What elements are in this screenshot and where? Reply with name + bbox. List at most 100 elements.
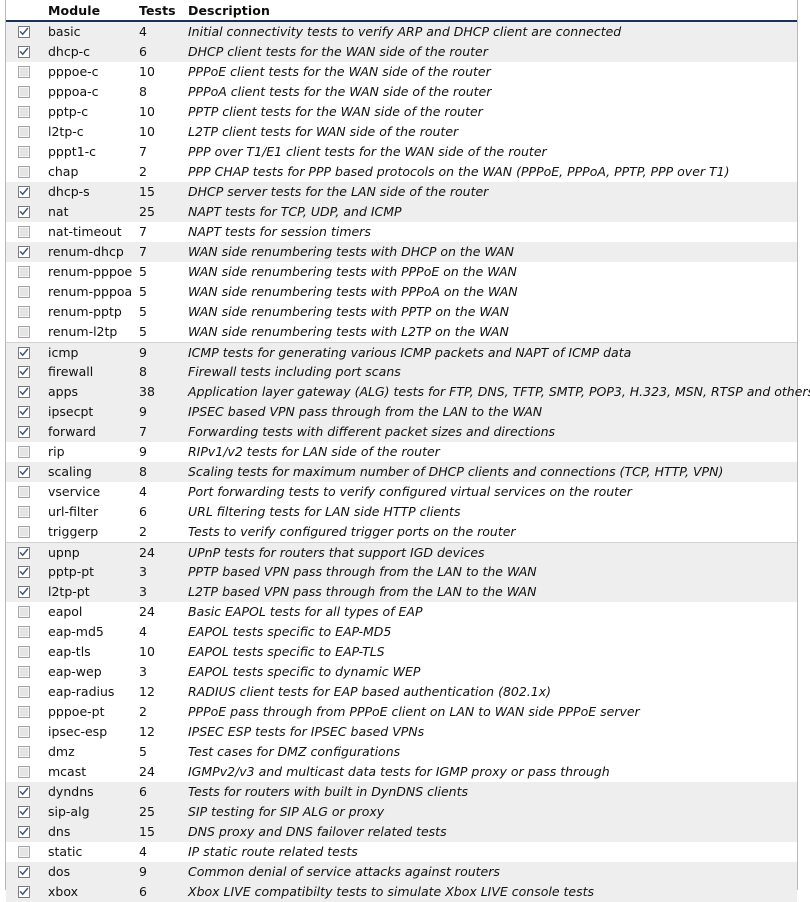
table-row[interactable]: dhcp-c 6 DHCP client tests for the WAN sid… bbox=[6, 42, 797, 62]
checkbox-checked-icon[interactable] bbox=[18, 806, 30, 818]
table-row[interactable]: vservice 4 Port forwarding tests to verify… bbox=[6, 482, 797, 502]
checkbox-checked-icon[interactable] bbox=[18, 406, 30, 418]
module-test-count: 24 bbox=[139, 604, 155, 619]
checkbox-unchecked-icon[interactable] bbox=[18, 146, 30, 158]
checkbox-checked-icon[interactable] bbox=[18, 26, 30, 38]
checkbox-checked-icon[interactable] bbox=[18, 586, 30, 598]
table-row[interactable]: chap 2 PPP CHAP tests for PPP based protoc… bbox=[6, 162, 797, 182]
checkbox-unchecked-icon[interactable] bbox=[18, 306, 30, 318]
table-row[interactable]: renum-l2tp 5 WAN side renumbering tests wi… bbox=[6, 322, 797, 342]
checkbox-checked-icon[interactable] bbox=[18, 786, 30, 798]
checkbox-checked-icon[interactable] bbox=[18, 206, 30, 218]
checkbox-unchecked-icon[interactable] bbox=[18, 666, 30, 678]
table-row[interactable]: eap-tls 10 EAPOL tests specific to EAP-TLS bbox=[6, 642, 797, 662]
table-row[interactable]: l2tp-pt 3 L2TP based VPN pass through from… bbox=[6, 582, 797, 602]
checkbox-checked-icon[interactable] bbox=[18, 386, 30, 398]
column-header-module: Module bbox=[48, 3, 101, 18]
checkbox-checked-icon[interactable] bbox=[18, 46, 30, 58]
checkbox-unchecked-icon[interactable] bbox=[18, 706, 30, 718]
checkbox-checked-icon[interactable] bbox=[18, 186, 30, 198]
table-row[interactable]: scaling 8 Scaling tests for maximum number… bbox=[6, 462, 797, 482]
checkbox-unchecked-icon[interactable] bbox=[18, 626, 30, 638]
table-row[interactable]: basic 4 Initial connectivity tests to veri… bbox=[6, 22, 797, 42]
table-row[interactable]: renum-pptp 5 WAN side renumbering tests wi… bbox=[6, 302, 797, 322]
table-row[interactable]: apps 38 Application layer gateway (ALG) te… bbox=[6, 382, 810, 402]
table-row[interactable]: renum-pppoe 5 WAN side renumbering tests w… bbox=[6, 262, 797, 282]
checkbox-checked-icon[interactable] bbox=[18, 566, 30, 578]
table-row[interactable]: ipsecpt 9 IPSEC based VPN pass through fro… bbox=[6, 402, 797, 422]
module-test-count: 3 bbox=[139, 584, 147, 599]
checkbox-unchecked-icon[interactable] bbox=[18, 606, 30, 618]
module-description: WAN side renumbering tests with L2TP on … bbox=[188, 324, 509, 339]
module-name: renum-pppoa bbox=[48, 284, 133, 299]
checkbox-unchecked-icon[interactable] bbox=[18, 326, 30, 338]
checkbox-unchecked-icon[interactable] bbox=[18, 506, 30, 518]
table-row[interactable]: eap-radius 12 RADIUS client tests for EAP … bbox=[6, 682, 797, 702]
checkbox-unchecked-icon[interactable] bbox=[18, 686, 30, 698]
checkbox-unchecked-icon[interactable] bbox=[18, 766, 30, 778]
checkbox-unchecked-icon[interactable] bbox=[18, 726, 30, 738]
table-row[interactable]: renum-dhcp 7 WAN side renumbering tests wi… bbox=[6, 242, 797, 262]
checkbox-unchecked-icon[interactable] bbox=[18, 226, 30, 238]
table-row[interactable]: sip-alg 25 SIP testing for SIP ALG or prox… bbox=[6, 802, 797, 822]
table-row[interactable]: pppoe-c 10 PPPoE client tests for the WAN … bbox=[6, 62, 797, 82]
table-row[interactable]: static 4 IP static route related tests bbox=[6, 842, 797, 862]
table-row[interactable]: xbox 6 Xbox LIVE compatibilty tests to sim… bbox=[6, 882, 797, 902]
table-row[interactable]: triggerp 2 Tests to verify configured trig… bbox=[6, 522, 797, 542]
table-row[interactable]: dyndns 6 Tests for routers with built in D… bbox=[6, 782, 797, 802]
table-row[interactable]: dos 9 Common denial of service attacks aga… bbox=[6, 862, 797, 882]
checkbox-checked-icon[interactable] bbox=[18, 886, 30, 898]
checkbox-unchecked-icon[interactable] bbox=[18, 646, 30, 658]
table-row[interactable]: eap-wep 3 EAPOL tests specific to dynamic … bbox=[6, 662, 797, 682]
checkbox-checked-icon[interactable] bbox=[18, 246, 30, 258]
table-row[interactable]: icmp 9 ICMP tests for generating various I… bbox=[6, 342, 797, 362]
checkbox-unchecked-icon[interactable] bbox=[18, 486, 30, 498]
table-row[interactable]: eap-md5 4 EAPOL tests specific to EAP-MD5 bbox=[6, 622, 797, 642]
checkbox-checked-icon[interactable] bbox=[18, 866, 30, 878]
table-row[interactable]: l2tp-c 10 L2TP client tests for WAN side o… bbox=[6, 122, 797, 142]
checkbox-unchecked-icon[interactable] bbox=[18, 106, 30, 118]
checkbox-checked-icon[interactable] bbox=[18, 426, 30, 438]
checkbox-unchecked-icon[interactable] bbox=[18, 266, 30, 278]
table-row[interactable]: pppoe-pt 2 PPPoE pass through from PPPoE c… bbox=[6, 702, 797, 722]
checkbox-unchecked-icon[interactable] bbox=[18, 526, 30, 538]
module-description: Xbox LIVE compatibilty tests to simulate… bbox=[188, 884, 595, 899]
checkbox-checked-icon[interactable] bbox=[18, 547, 30, 559]
module-description: SIP testing for SIP ALG or proxy bbox=[188, 804, 385, 819]
table-row[interactable]: pptp-pt 3 PPTP based VPN pass through from… bbox=[6, 562, 797, 582]
checkbox-checked-icon[interactable] bbox=[18, 347, 30, 359]
table-row[interactable]: pptp-c 10 PPTP client tests for the WAN si… bbox=[6, 102, 797, 122]
checkbox-checked-icon[interactable] bbox=[18, 466, 30, 478]
table-row[interactable]: dhcp-s 15 DHCP server tests for the LAN si… bbox=[6, 182, 797, 202]
checkbox-unchecked-icon[interactable] bbox=[18, 846, 30, 858]
table-row[interactable]: mcast 24 IGMPv2/v3 and multicast data test… bbox=[6, 762, 797, 782]
module-list: basic 4 Initial connectivity tests to veri… bbox=[6, 22, 810, 902]
table-row[interactable]: renum-pppoa 5 WAN side renumbering tests w… bbox=[6, 282, 797, 302]
table-row[interactable]: ipsec-esp 12 IPSEC ESP tests for IPSEC bas… bbox=[6, 722, 797, 742]
table-row[interactable]: forward 7 Forwarding tests with different … bbox=[6, 422, 797, 442]
module-description: DHCP server tests for the LAN side of th… bbox=[188, 184, 489, 199]
checkbox-unchecked-icon[interactable] bbox=[18, 286, 30, 298]
module-test-count: 10 bbox=[139, 64, 155, 79]
table-row[interactable]: nat-timeout 7 NAPT tests for session timer… bbox=[6, 222, 797, 242]
table-row[interactable]: firewall 8 Firewall tests including port s… bbox=[6, 362, 797, 382]
table-row[interactable]: pppt1-c 7 PPP over T1/E1 client tests for … bbox=[6, 142, 797, 162]
module-name: renum-dhcp bbox=[48, 244, 124, 259]
table-row[interactable]: upnp 24 UPnP tests for routers that suppor… bbox=[6, 542, 797, 562]
table-row[interactable]: dns 15 DNS proxy and DNS failover related … bbox=[6, 822, 797, 842]
checkbox-unchecked-icon[interactable] bbox=[18, 126, 30, 138]
module-test-count: 9 bbox=[139, 404, 147, 419]
table-row[interactable]: pppoa-c 8 PPPoA client tests for the WAN s… bbox=[6, 82, 797, 102]
table-row[interactable]: url-filter 6 URL filtering tests for LAN s… bbox=[6, 502, 797, 522]
checkbox-checked-icon[interactable] bbox=[18, 826, 30, 838]
table-row[interactable]: eapol 24 Basic EAPOL tests for all types o… bbox=[6, 602, 797, 622]
checkbox-unchecked-icon[interactable] bbox=[18, 746, 30, 758]
checkbox-unchecked-icon[interactable] bbox=[18, 86, 30, 98]
checkbox-unchecked-icon[interactable] bbox=[18, 66, 30, 78]
checkbox-unchecked-icon[interactable] bbox=[18, 166, 30, 178]
table-row[interactable]: dmz 5 Test cases for DMZ configurations bbox=[6, 742, 797, 762]
table-row[interactable]: rip 9 RIPv1/v2 tests for LAN side of the r… bbox=[6, 442, 797, 462]
checkbox-checked-icon[interactable] bbox=[18, 366, 30, 378]
checkbox-unchecked-icon[interactable] bbox=[18, 446, 30, 458]
table-row[interactable]: nat 25 NAPT tests for TCP, UDP, and ICMP bbox=[6, 202, 797, 222]
